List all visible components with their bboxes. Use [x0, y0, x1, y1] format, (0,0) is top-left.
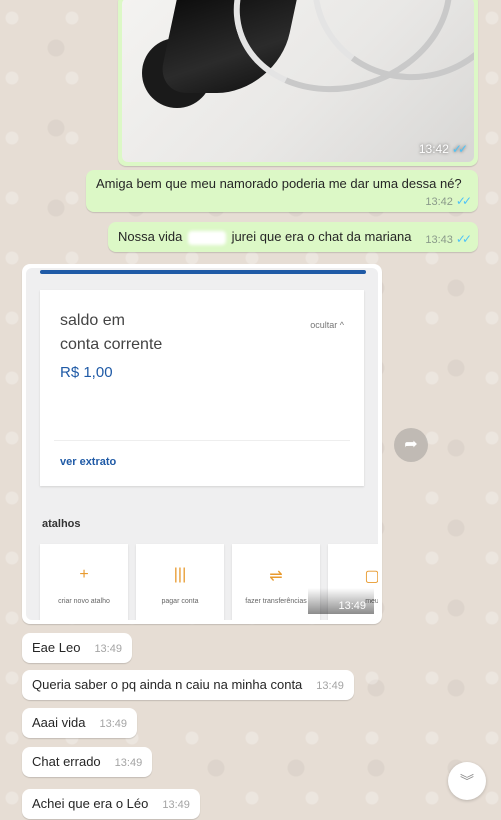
incoming-message[interactable]: Aaai vida 13:49	[22, 708, 138, 738]
message-meta: 13:42 ✓✓	[425, 193, 472, 208]
incoming-message[interactable]: Eae Leo 13:49	[22, 633, 132, 663]
message-time: 13:49	[316, 680, 344, 692]
balance-label: conta corrente	[60, 336, 163, 353]
message-text: Eae Leo	[32, 640, 81, 655]
plus-icon: +	[79, 566, 89, 583]
shortcut-tile: + criar novo atalho	[40, 544, 128, 620]
message-text: Amiga bem que meu namorado poderia me da…	[96, 176, 462, 191]
bank-app-screenshot: saldo em conta corrente ocultar ^ R$ 1,0…	[26, 268, 378, 620]
balance-value: R$ 1,00	[60, 364, 113, 381]
barcode-icon: |||	[173, 566, 187, 583]
outgoing-message[interactable]: Amiga bem que meu namorado poderia me da…	[86, 170, 478, 212]
message-text: Achei que era o Léo	[32, 796, 149, 811]
hide-balance-toggle: ocultar ^	[310, 320, 344, 330]
message-text: Chat errado	[32, 754, 101, 769]
message-text: Queria saber o pq ainda n caiu na minha …	[32, 677, 303, 692]
incoming-message[interactable]: Queria saber o pq ainda n caiu na minha …	[22, 670, 354, 700]
message-text-part: Nossa vida	[118, 229, 183, 244]
shortcut-label: fazer transferências	[245, 598, 307, 605]
shortcuts-title: atalhos	[42, 518, 81, 530]
incoming-image-message[interactable]: saldo em conta corrente ocultar ^ R$ 1,0…	[22, 264, 382, 624]
jewelry-photo[interactable]: 13:42 ✓✓	[122, 0, 474, 162]
outgoing-photo-message[interactable]: 13:42 ✓✓	[118, 0, 478, 166]
read-ticks-icon: ✓✓	[455, 232, 472, 246]
bank-header-bar	[40, 270, 366, 274]
shortcut-label: pagar conta	[161, 598, 199, 605]
transfer-icon: ⇌	[269, 568, 283, 585]
outgoing-message[interactable]: Nossa vida jurei que era o chat da maria…	[108, 222, 478, 252]
read-ticks-icon: ✓✓	[455, 194, 472, 208]
incoming-message[interactable]: Chat errado 13:49	[22, 747, 153, 777]
double-chevron-down-icon[interactable]: ︾	[448, 762, 486, 800]
message-time: 13:49	[114, 757, 143, 769]
forward-icon[interactable]: ➦	[394, 428, 428, 462]
divider	[54, 440, 350, 441]
message-time: 13:42	[425, 196, 453, 208]
message-time: 13:49	[94, 643, 122, 655]
incoming-message[interactable]: Achei que era o Léo 13:49	[22, 789, 200, 819]
read-ticks-icon: ✓✓	[451, 142, 468, 156]
message-time: 13:43	[425, 234, 453, 246]
message-time: 13:42 ✓✓	[418, 142, 468, 156]
message-text: Aaai vida	[32, 715, 86, 730]
balance-card: saldo em conta corrente ocultar ^ R$ 1,0…	[40, 290, 364, 486]
redacted-name	[187, 230, 226, 245]
shortcut-tile: ||| pagar conta	[136, 544, 224, 620]
shortcut-tile: ⇌ fazer transferências	[232, 544, 320, 620]
message-time: 13:49	[162, 799, 190, 811]
document-icon: ▢	[364, 568, 378, 585]
balance-label: saldo em	[60, 312, 125, 329]
statement-link: ver extrato	[60, 456, 117, 468]
message-meta: 13:43 ✓✓	[425, 231, 472, 246]
message-time: 13:49	[99, 718, 128, 730]
shortcut-label: criar novo atalho	[58, 598, 110, 605]
message-time: 13:49	[308, 588, 374, 614]
message-text-part: jurei que era o chat da mariana	[231, 229, 412, 244]
